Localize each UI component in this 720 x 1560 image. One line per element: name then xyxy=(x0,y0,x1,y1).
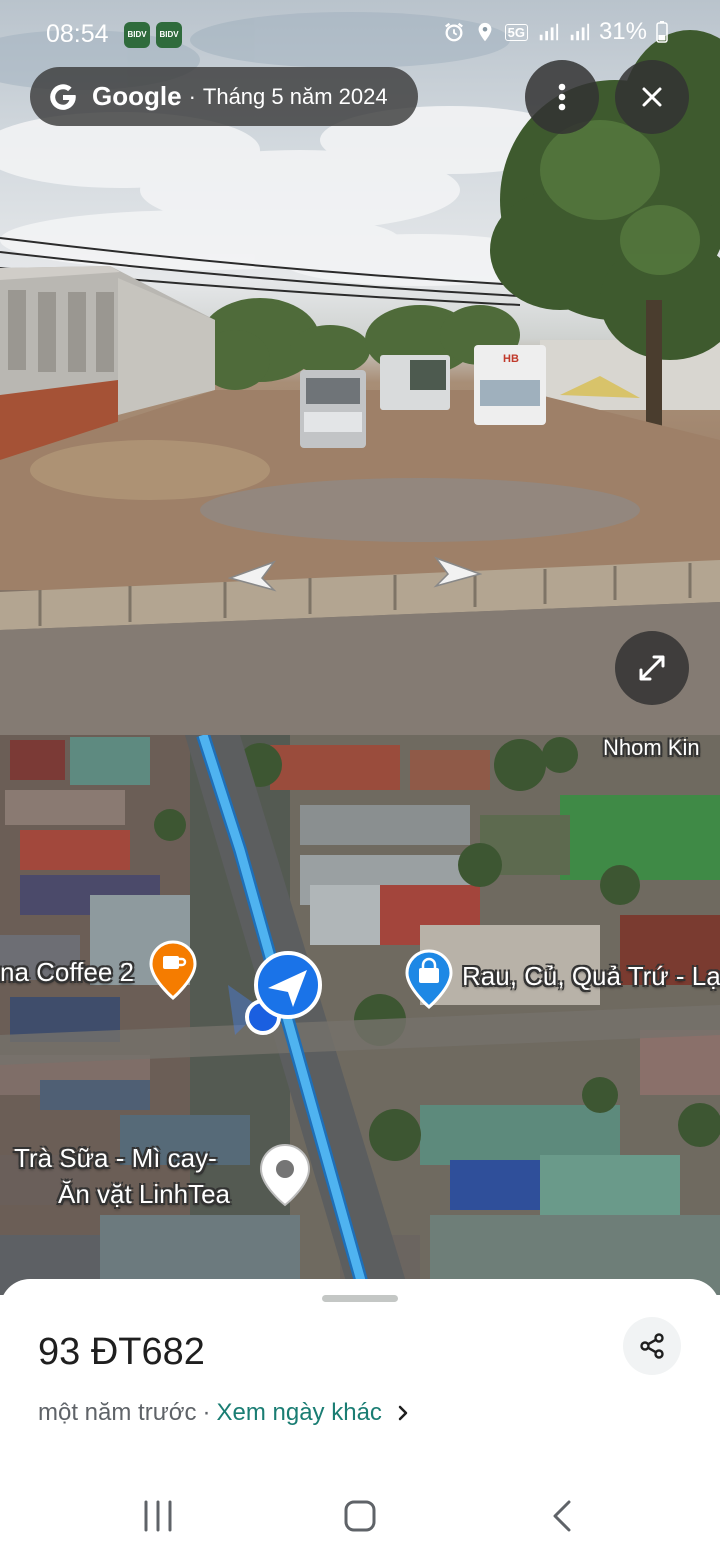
street-view-panorama[interactable]: HB 08:54 BIDV BIDV 5G 31% Google · Tháng… xyxy=(0,0,720,735)
signal-icon xyxy=(539,23,559,41)
map-label-coffee: na Coffee 2 xyxy=(0,957,134,987)
share-button[interactable] xyxy=(623,1317,681,1375)
map-label-milk-tea-line2: Ăn vặt LinhTea xyxy=(58,1179,231,1209)
status-indicators: 5G 31% xyxy=(443,18,668,46)
shopping-bag-pin-icon[interactable] xyxy=(404,949,454,1009)
battery-icon xyxy=(656,21,668,43)
close-icon xyxy=(642,87,662,107)
coffee-pin-icon[interactable] xyxy=(148,940,198,1000)
map-label-nhom-kin: Nhom Kin xyxy=(603,735,700,760)
see-other-dates-link[interactable]: Xem ngày khác xyxy=(217,1399,382,1427)
chip-brand: Google xyxy=(92,81,182,111)
place-pin-icon[interactable] xyxy=(258,1143,312,1207)
map-label-milk-tea-line1: Trà Sữa - Mì cay- xyxy=(14,1143,217,1173)
system-navigation-bar xyxy=(0,1470,720,1560)
recent-apps-icon xyxy=(144,1500,172,1532)
5g-icon: 5G xyxy=(504,23,528,41)
map-label-store: Rau, Củ, Quả Trứ - Lạ xyxy=(462,961,720,991)
chevron-right-icon[interactable] xyxy=(394,1404,412,1422)
capture-info-row: một năm trước · Xem ngày khác xyxy=(38,1399,412,1427)
street-arrow-right-icon[interactable] xyxy=(432,556,482,592)
chip-separator: · xyxy=(188,83,196,109)
signal-icon xyxy=(570,23,590,41)
home-icon xyxy=(344,1500,376,1532)
sheet-drag-handle[interactable] xyxy=(322,1295,398,1302)
battery-percent: 31% xyxy=(598,18,647,45)
expand-icon xyxy=(639,655,665,681)
satellite-imagery xyxy=(0,735,720,1295)
capture-date: Tháng 5 năm 2024 xyxy=(202,83,388,109)
more-vert-icon xyxy=(558,83,566,111)
more-options-button[interactable] xyxy=(525,60,599,134)
close-button[interactable] xyxy=(615,60,689,134)
street-view-position-marker-icon[interactable] xyxy=(253,950,323,1020)
truck-sign: HB xyxy=(503,353,519,365)
street-view-date-chip[interactable]: Google · Tháng 5 năm 2024 xyxy=(30,67,418,126)
home-button[interactable] xyxy=(330,1492,390,1540)
location-icon xyxy=(478,22,492,42)
status-time: 08:54 xyxy=(46,20,109,48)
google-g-icon xyxy=(50,83,76,110)
share-icon xyxy=(640,1333,664,1359)
recent-apps-button[interactable] xyxy=(128,1492,188,1540)
status-bar: 08:54 BIDV BIDV 5G 31% xyxy=(0,0,720,66)
satellite-map[interactable]: Nhom Kin na Coffee 2 Rau, Củ, Quả Trứ - … xyxy=(0,735,720,1295)
expand-button[interactable] xyxy=(615,631,689,705)
back-button[interactable] xyxy=(532,1492,592,1540)
back-icon xyxy=(553,1500,571,1532)
alarm-icon xyxy=(444,22,463,42)
bidv-app-icon: BIDV xyxy=(156,22,182,48)
separator: · xyxy=(202,1399,211,1426)
address-title: 93 ĐT682 xyxy=(38,1331,205,1373)
bidv-app-icon: BIDV xyxy=(124,22,150,48)
capture-time-ago: một năm trước xyxy=(38,1399,197,1426)
street-arrow-left-icon[interactable] xyxy=(228,560,278,596)
